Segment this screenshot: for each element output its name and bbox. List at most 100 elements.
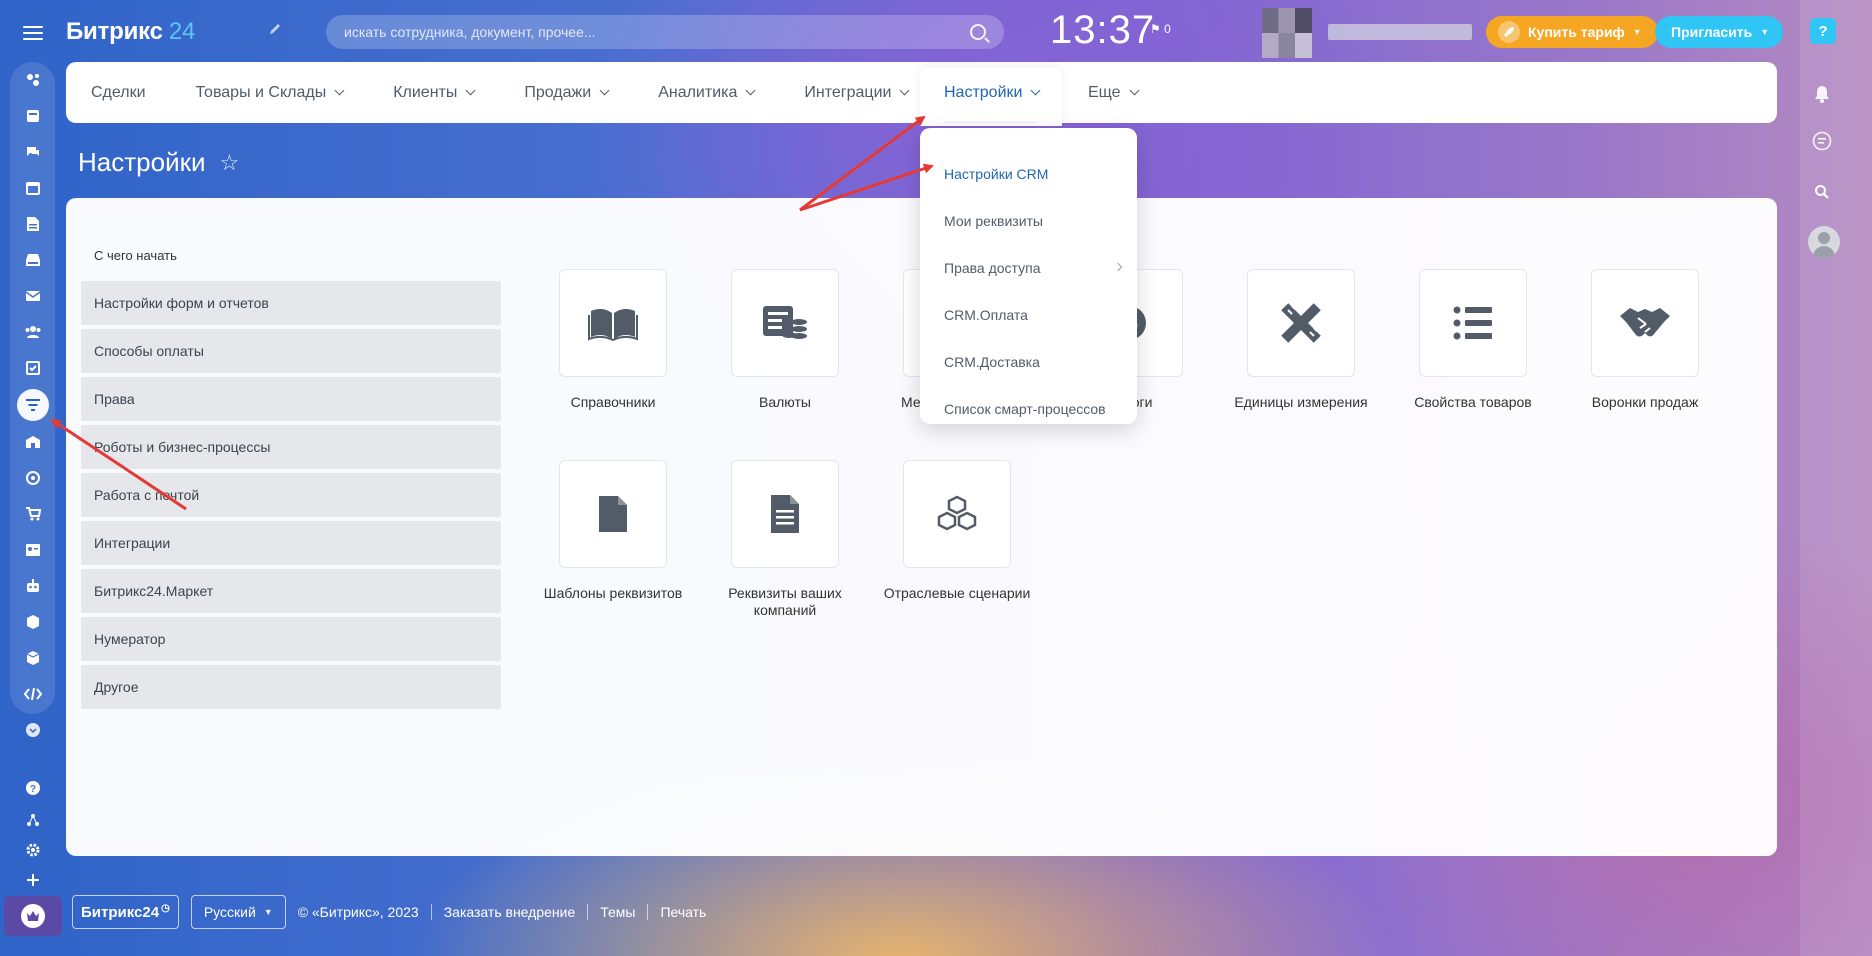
- license-button[interactable]: [4, 896, 62, 936]
- chevron-down-icon: ▼: [1760, 27, 1770, 37]
- target-icon[interactable]: [19, 464, 47, 492]
- tile-currencies[interactable]: Валюты: [705, 269, 865, 411]
- side-heading: С чего начать: [94, 248, 177, 263]
- currency-icon: [763, 306, 807, 339]
- hamburger-icon: [23, 26, 43, 40]
- document-icon: [599, 496, 627, 532]
- flag-icon: ⚑: [1150, 22, 1161, 36]
- drive-icon[interactable]: [19, 246, 47, 274]
- footer-logo[interactable]: Битрикс24 ◷: [72, 895, 179, 929]
- code-icon[interactable]: [19, 680, 47, 708]
- tile-sales-funnels[interactable]: Воронки продаж: [1565, 269, 1725, 411]
- cart-icon[interactable]: [19, 500, 47, 528]
- side-item-forms[interactable]: Настройки форм и отчетов: [81, 281, 501, 325]
- page-title: Настройки ☆: [78, 147, 239, 178]
- divider: [587, 904, 589, 920]
- tile-requisite-templates[interactable]: Шаблоны реквизитов: [533, 460, 693, 602]
- docs-icon[interactable]: [19, 210, 47, 238]
- nav-label: Продажи: [524, 83, 592, 101]
- tile-box: [903, 460, 1011, 568]
- footer-logo-text: Битрикс24: [81, 903, 160, 921]
- feed-icon[interactable]: [19, 102, 47, 130]
- dropdown-item-crm-settings[interactable]: Настройки CRM: [920, 150, 1137, 197]
- tile-directories[interactable]: Справочники: [533, 269, 693, 411]
- dropdown-item-crm-delivery[interactable]: CRM.Доставка: [920, 338, 1137, 385]
- user-avatar[interactable]: [1262, 8, 1312, 58]
- package-alt-icon[interactable]: [19, 644, 47, 672]
- nav-label: Сделки: [91, 83, 146, 101]
- side-item-market[interactable]: Битрикс24.Маркет: [81, 569, 501, 613]
- menu-toggle[interactable]: [0, 0, 66, 66]
- search-icon[interactable]: [970, 24, 986, 40]
- calendar-icon[interactable]: [19, 174, 47, 202]
- order-implementation-link[interactable]: Заказать внедрение: [444, 904, 576, 920]
- tile-product-properties[interactable]: Свойства товаров: [1393, 269, 1553, 411]
- dropdown-item-smart-processes[interactable]: Список смарт-процессов: [920, 385, 1137, 432]
- print-link[interactable]: Печать: [660, 904, 706, 920]
- tile-box: [1419, 269, 1527, 377]
- language-select[interactable]: Русский ▼: [190, 895, 286, 929]
- avatar[interactable]: [1808, 226, 1840, 258]
- side-item-rights[interactable]: Права: [81, 377, 501, 421]
- side-item-payment[interactable]: Способы оплаты: [81, 329, 501, 373]
- nav-deals[interactable]: Сделки: [91, 62, 146, 123]
- buy-tariff-button[interactable]: Купить тариф ▼: [1486, 16, 1658, 48]
- nav-settings[interactable]: Настройки: [944, 62, 1041, 123]
- gear-icon[interactable]: [19, 836, 47, 864]
- rocket-icon: [1498, 21, 1520, 43]
- nav-products[interactable]: Товары и Склады: [196, 62, 345, 123]
- tile-label: Воронки продаж: [1591, 394, 1699, 410]
- logo-name: Битрикс: [66, 18, 163, 45]
- crm-settings-icon[interactable]: [17, 389, 49, 421]
- messages-icon[interactable]: [1808, 127, 1836, 155]
- search-icon-right[interactable]: [1808, 178, 1836, 206]
- svg-text:?: ?: [30, 784, 36, 795]
- tile-industry-scenarios[interactable]: Отраслевые сценарии: [877, 460, 1037, 602]
- plus-icon[interactable]: [19, 866, 47, 894]
- chat-icon[interactable]: [19, 138, 47, 166]
- tasks-icon[interactable]: [19, 354, 47, 382]
- handshake-icon: [1620, 308, 1670, 337]
- robot-icon[interactable]: [19, 572, 47, 600]
- crm-icon[interactable]: [19, 66, 47, 94]
- themes-link[interactable]: Темы: [600, 904, 635, 920]
- tile-box: [731, 269, 839, 377]
- star-icon[interactable]: ☆: [220, 150, 240, 176]
- nav-integrations[interactable]: Интеграции: [804, 62, 910, 123]
- flag-counter[interactable]: ⚑ 0: [1150, 22, 1171, 36]
- side-item-numerator[interactable]: Нумератор: [81, 617, 501, 661]
- side-item-robots[interactable]: Роботы и бизнес-процессы: [81, 425, 501, 469]
- more-icon[interactable]: [19, 716, 47, 744]
- user-name[interactable]: [1328, 24, 1472, 40]
- page-title-text: Настройки: [78, 147, 206, 177]
- nav-analytics[interactable]: Аналитика: [658, 62, 756, 123]
- mail-icon[interactable]: [19, 282, 47, 310]
- company-icon[interactable]: [19, 428, 47, 456]
- dropdown-item-crm-payment[interactable]: CRM.Оплата: [920, 291, 1137, 338]
- nav-label: Настройки: [944, 83, 1023, 101]
- help-icon[interactable]: ?: [19, 774, 47, 802]
- dropdown-item-access-rights[interactable]: Права доступа: [920, 244, 1137, 291]
- bell-icon[interactable]: [1808, 80, 1836, 108]
- invite-button[interactable]: Пригласить ▼: [1655, 16, 1784, 48]
- dropdown-item-my-requisites[interactable]: Мои реквизиты: [920, 197, 1137, 244]
- tile-company-requisites[interactable]: Реквизиты ваших компаний: [705, 460, 865, 619]
- package-icon[interactable]: [19, 608, 47, 636]
- clock[interactable]: 13:37: [1050, 8, 1155, 53]
- search-input[interactable]: [344, 24, 970, 40]
- logo-number: 24: [168, 18, 196, 45]
- tile-units[interactable]: Единицы измерения: [1221, 269, 1381, 411]
- logo[interactable]: Битрикс 24: [66, 18, 195, 46]
- side-item-integrations[interactable]: Интеграции: [81, 521, 501, 565]
- tile-label: Реквизиты ваших компаний: [728, 585, 842, 618]
- pencil-icon[interactable]: [268, 22, 282, 41]
- groups-icon[interactable]: [19, 318, 47, 346]
- nav-sales[interactable]: Продажи: [524, 62, 610, 123]
- nav-clients[interactable]: Клиенты: [393, 62, 476, 123]
- side-item-other[interactable]: Другое: [81, 665, 501, 709]
- contact-card-icon[interactable]: [19, 536, 47, 564]
- help-icon[interactable]: ?: [1810, 18, 1836, 44]
- side-item-mail[interactable]: Работа с почтой: [81, 473, 501, 517]
- nav-more[interactable]: Еще: [1088, 62, 1140, 123]
- network-icon[interactable]: [19, 806, 47, 834]
